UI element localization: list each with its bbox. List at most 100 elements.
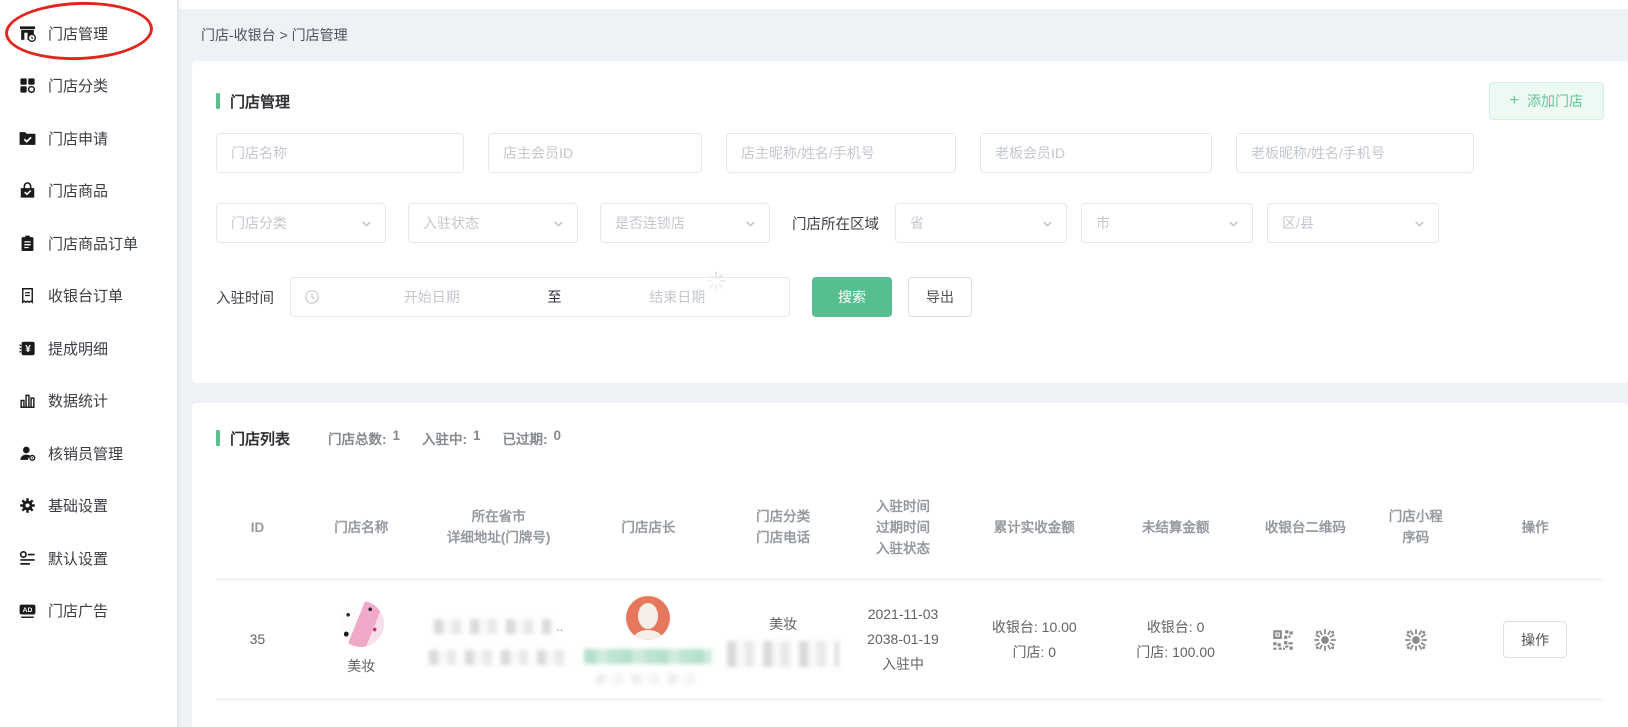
col-category-phone: 门店分类门店电话 bbox=[723, 506, 843, 548]
green-bar-icon bbox=[216, 430, 220, 446]
cell-category-phone: 美妆 bbox=[723, 612, 843, 667]
city-select[interactable]: 市 bbox=[1081, 203, 1253, 243]
qr-code-icon[interactable] bbox=[1270, 627, 1296, 653]
store-management-panel: 门店管理 + 添加门店 门店分类 入驻状 bbox=[192, 61, 1628, 383]
storefront-icon bbox=[17, 23, 37, 43]
join-time: 2021-11-03 bbox=[868, 602, 939, 627]
col-store-name: 门店名称 bbox=[299, 517, 424, 538]
col-manager: 门店店长 bbox=[573, 517, 723, 538]
folder-check-icon bbox=[17, 128, 37, 148]
sidebar-item-store-goods[interactable]: 门店商品 bbox=[0, 165, 177, 218]
sidebar-item-default-settings[interactable]: 默认设置 bbox=[0, 532, 177, 585]
table-header: ID 门店名称 所在省市详细地址(门牌号) 门店店长 门店分类门店电话 入驻时间… bbox=[216, 475, 1604, 580]
sidebar-item-store-ads[interactable]: AD 门店广告 bbox=[0, 585, 177, 638]
boss-member-id-input[interactable] bbox=[980, 133, 1212, 173]
chevron-down-icon bbox=[360, 217, 373, 230]
receipt-icon bbox=[17, 286, 37, 306]
clock-icon bbox=[304, 289, 320, 305]
plus-icon: + bbox=[1510, 93, 1519, 109]
store-avatar bbox=[338, 601, 384, 647]
sidebar-item-label: 门店商品订单 bbox=[48, 233, 138, 254]
join-date-range-picker[interactable]: 开始日期 至 结束日期 bbox=[290, 277, 790, 317]
sidebar-item-label: 数据统计 bbox=[48, 390, 108, 411]
province-select[interactable]: 省 bbox=[895, 203, 1067, 243]
miniprogram-code-icon[interactable] bbox=[1401, 625, 1431, 655]
sidebar-item-commission-details[interactable]: ¥ 提成明细 bbox=[0, 322, 177, 375]
manager-avatar bbox=[626, 596, 670, 640]
start-date-placeholder: 开始日期 bbox=[320, 287, 544, 307]
miniprogram-code-icon[interactable] bbox=[1310, 625, 1340, 655]
district-select[interactable]: 区/县 bbox=[1267, 203, 1439, 243]
stat-active: 入驻中:1 bbox=[422, 428, 481, 448]
store-admin-app: 门店管理 门店分类 门店申请 门店商品 门店商品订单 bbox=[0, 0, 1628, 727]
blurred-manager-sub bbox=[596, 674, 700, 684]
list-title: 门店列表 bbox=[216, 428, 290, 449]
col-address: 所在省市详细地址(门牌号) bbox=[424, 506, 574, 548]
cell-action: 操作 bbox=[1466, 621, 1604, 658]
sidebar-item-store-category[interactable]: 门店分类 bbox=[0, 60, 177, 113]
chevron-down-icon bbox=[744, 217, 757, 230]
svg-text:AD: AD bbox=[22, 607, 32, 614]
chain-store-select[interactable]: 是否连锁店 bbox=[600, 203, 770, 243]
panel-title: 门店管理 bbox=[216, 91, 290, 112]
cell-time-status: 2021-11-03 2038-01-19 入驻中 bbox=[843, 602, 963, 677]
sidebar-item-label: 门店申请 bbox=[48, 128, 108, 149]
breadcrumb-text: 门店-收银台 > 门店管理 bbox=[201, 25, 348, 45]
sidebar-item-store-goods-orders[interactable]: 门店商品订单 bbox=[0, 217, 177, 270]
col-miniprogram-code: 门店小程序码 bbox=[1365, 506, 1466, 548]
settle-status-select[interactable]: 入驻状态 bbox=[408, 203, 578, 243]
sidebar-item-label: 门店分类 bbox=[48, 75, 108, 96]
table-row: 35 美妆 .. bbox=[216, 580, 1604, 700]
loading-spinner-icon bbox=[705, 270, 727, 292]
cell-received: 收银台: 10.00 门店: 0 bbox=[963, 615, 1106, 665]
sidebar-item-store-application[interactable]: 门店申请 bbox=[0, 112, 177, 165]
user-gear-icon bbox=[17, 443, 37, 463]
green-bar-icon bbox=[216, 93, 220, 109]
commission-yen-icon: ¥ bbox=[17, 338, 37, 358]
sidebar-item-label: 门店广告 bbox=[48, 600, 108, 621]
clipboard-order-icon bbox=[17, 233, 37, 253]
sidebar-item-cashier-orders[interactable]: 收银台订单 bbox=[0, 270, 177, 323]
owner-member-id-input[interactable] bbox=[488, 133, 702, 173]
blurred-address-line bbox=[434, 619, 552, 634]
col-unsettled: 未结算金额 bbox=[1106, 517, 1246, 538]
stat-total: 门店总数:1 bbox=[328, 428, 400, 448]
sidebar-item-label: 基础设置 bbox=[48, 495, 108, 516]
sidebar-item-verifier-management[interactable]: 核销员管理 bbox=[0, 427, 177, 480]
sidebar-item-label: 核销员管理 bbox=[48, 443, 123, 464]
chevron-down-icon bbox=[552, 217, 565, 230]
col-time-status: 入驻时间过期时间入驻状态 bbox=[843, 496, 963, 559]
export-button[interactable]: 导出 bbox=[908, 277, 972, 317]
row-action-button[interactable]: 操作 bbox=[1503, 621, 1567, 658]
chevron-down-icon bbox=[1413, 217, 1426, 230]
blurred-phone bbox=[727, 641, 839, 667]
sidebar-item-store-management[interactable]: 门店管理 bbox=[0, 7, 177, 60]
svg-text:¥: ¥ bbox=[25, 344, 31, 355]
cell-unsettled: 收银台: 0 门店: 100.00 bbox=[1106, 615, 1246, 665]
add-store-button[interactable]: + 添加门店 bbox=[1489, 82, 1604, 120]
sidebar: 门店管理 门店分类 门店申请 门店商品 门店商品订单 bbox=[0, 0, 178, 727]
search-button[interactable]: 搜索 bbox=[812, 277, 892, 317]
sidebar-item-label: 收银台订单 bbox=[48, 285, 123, 306]
region-label: 门店所在区域 bbox=[792, 213, 879, 234]
main-content: 门店-收银台 > 门店管理 门店管理 + 添加门店 bbox=[179, 0, 1628, 727]
chevron-down-icon bbox=[1227, 217, 1240, 230]
owner-nickname-input[interactable] bbox=[726, 133, 956, 173]
breadcrumb: 门店-收银台 > 门店管理 bbox=[179, 9, 1628, 61]
sidebar-item-data-statistics[interactable]: 数据统计 bbox=[0, 375, 177, 428]
sidebar-item-label: 门店商品 bbox=[48, 180, 108, 201]
boss-nickname-input[interactable] bbox=[1236, 133, 1474, 173]
store-name-input[interactable] bbox=[216, 133, 464, 173]
sidebar-item-basic-settings[interactable]: 基础设置 bbox=[0, 480, 177, 533]
cell-cashier-qr bbox=[1246, 625, 1366, 655]
default-settings-icon bbox=[17, 548, 37, 568]
sidebar-item-label: 默认设置 bbox=[48, 548, 108, 569]
store-category-select[interactable]: 门店分类 bbox=[216, 203, 386, 243]
chevron-down-icon bbox=[1041, 217, 1054, 230]
bar-chart-icon bbox=[17, 391, 37, 411]
expire-time: 2038-01-19 bbox=[867, 627, 939, 652]
col-action: 操作 bbox=[1466, 517, 1604, 538]
join-time-label: 入驻时间 bbox=[216, 287, 274, 308]
cell-store-name: 美妆 bbox=[299, 601, 424, 679]
end-date-placeholder: 结束日期 bbox=[566, 287, 790, 307]
